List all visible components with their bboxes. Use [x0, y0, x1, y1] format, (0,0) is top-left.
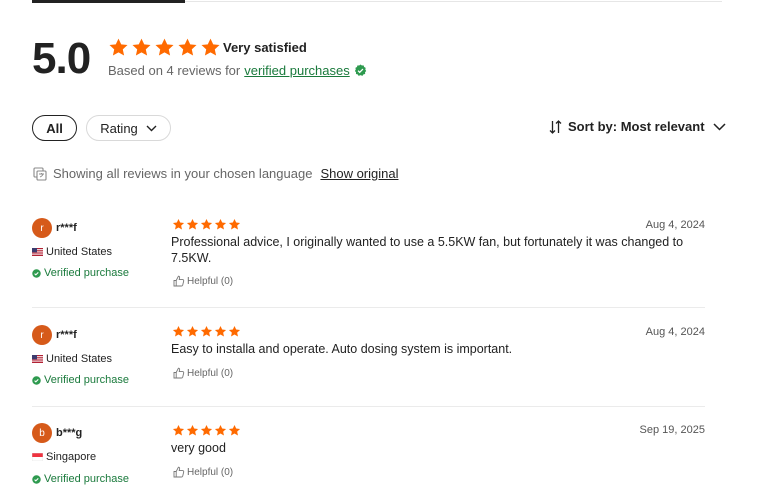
verified-purchase-text: Verified purchase	[44, 374, 129, 386]
country-label: United States	[46, 246, 113, 258]
average-stars	[108, 37, 221, 58]
reviewer-country: Singapore	[32, 451, 96, 463]
thumbs-up-icon	[173, 466, 185, 478]
review-stars	[172, 424, 241, 437]
star-icon	[109, 38, 128, 56]
helpful-button[interactable]: Helpful (0)	[173, 466, 233, 478]
filter-all-label: All	[46, 120, 63, 136]
review-text: Easy to installa and operate. Auto dosin…	[171, 342, 513, 356]
average-rating: 5.0	[32, 34, 91, 83]
star-icon	[132, 38, 151, 56]
chevron-down-icon	[146, 125, 157, 131]
verified-purchase-text: Verified purchase	[44, 473, 129, 485]
thumbs-up-icon	[173, 275, 185, 287]
star-icon	[201, 38, 220, 56]
reviewer-country: United States	[32, 353, 112, 365]
verified-purchase-label: Verified purchase	[32, 374, 129, 386]
reviewer-name: r***f	[56, 222, 77, 234]
verified-purchases-link[interactable]: verified purchases	[244, 63, 350, 78]
star-icon	[172, 325, 185, 337]
verified-badge-icon	[32, 375, 41, 385]
language-notice-text: Showing all reviews in your chosen langu…	[53, 166, 313, 181]
review-stars	[172, 218, 241, 231]
sort-arrows-icon	[549, 119, 562, 134]
star-icon	[186, 218, 199, 230]
avatar: r	[32, 325, 52, 345]
avatar: b	[32, 423, 52, 443]
language-notice: Showing all reviews in your chosen langu…	[33, 166, 398, 181]
helpful-button[interactable]: Helpful (0)	[173, 275, 233, 287]
active-tab-indicator	[32, 0, 185, 3]
star-icon	[200, 325, 213, 337]
review-date: Aug 4, 2024	[645, 326, 705, 338]
sort-dropdown[interactable]: Sort by: Most relevant	[549, 119, 726, 134]
filter-all-chip[interactable]: All	[32, 115, 77, 141]
verified-badge-icon	[32, 474, 41, 484]
satisfaction-label: Very satisfied	[223, 40, 307, 55]
country-label: United States	[46, 353, 113, 365]
helpful-label: Helpful (0)	[187, 275, 234, 287]
star-icon	[214, 218, 227, 230]
helpful-label: Helpful (0)	[187, 466, 234, 478]
star-icon	[228, 218, 241, 230]
star-icon	[214, 325, 227, 337]
verified-badge-icon	[32, 268, 41, 278]
star-icon	[186, 325, 199, 337]
verified-purchase-label: Verified purchase	[32, 473, 129, 485]
verified-purchase-text: Verified purchase	[44, 267, 129, 279]
based-on-label: Based on 4 reviews for	[108, 63, 241, 78]
star-icon	[214, 424, 227, 436]
star-icon	[200, 424, 213, 436]
review-text: Professional advice, I originally wanted…	[171, 235, 684, 265]
us-flag-icon	[32, 355, 43, 363]
reviewer-name: b***g	[56, 427, 83, 439]
avatar: r	[32, 218, 52, 238]
review-stars	[172, 325, 241, 338]
country-label: Singapore	[46, 451, 97, 463]
review-divider	[32, 307, 705, 308]
review-divider	[32, 406, 705, 407]
verified-purchase-label: Verified purchase	[32, 267, 129, 279]
filter-rating-label: Rating	[100, 120, 138, 136]
star-icon	[200, 218, 213, 230]
star-icon	[186, 424, 199, 436]
thumbs-up-icon	[173, 367, 185, 379]
review-date: Sep 19, 2025	[639, 424, 705, 436]
star-icon	[155, 38, 174, 56]
filter-rating-dropdown[interactable]: Rating	[86, 115, 171, 141]
star-icon	[172, 218, 185, 230]
us-flag-icon	[32, 248, 43, 256]
review-date: Aug 4, 2024	[645, 219, 705, 231]
sort-label: Sort by: Most relevant	[568, 119, 705, 134]
translate-icon	[33, 166, 47, 181]
reviewer-name: r***f	[56, 329, 77, 341]
review-text: very good	[171, 441, 226, 455]
show-original-link[interactable]: Show original	[320, 166, 398, 181]
star-icon	[178, 38, 197, 56]
star-icon	[228, 325, 241, 337]
verified-badge-icon	[354, 64, 366, 76]
reviewer-country: United States	[32, 246, 112, 258]
based-on-text: Based on 4 reviews for verified purchase…	[108, 63, 367, 78]
star-icon	[172, 424, 185, 436]
star-icon	[228, 424, 241, 436]
helpful-label: Helpful (0)	[187, 367, 234, 379]
singapore-flag-icon	[32, 453, 43, 461]
helpful-button[interactable]: Helpful (0)	[173, 367, 233, 379]
chevron-down-icon	[713, 122, 726, 131]
